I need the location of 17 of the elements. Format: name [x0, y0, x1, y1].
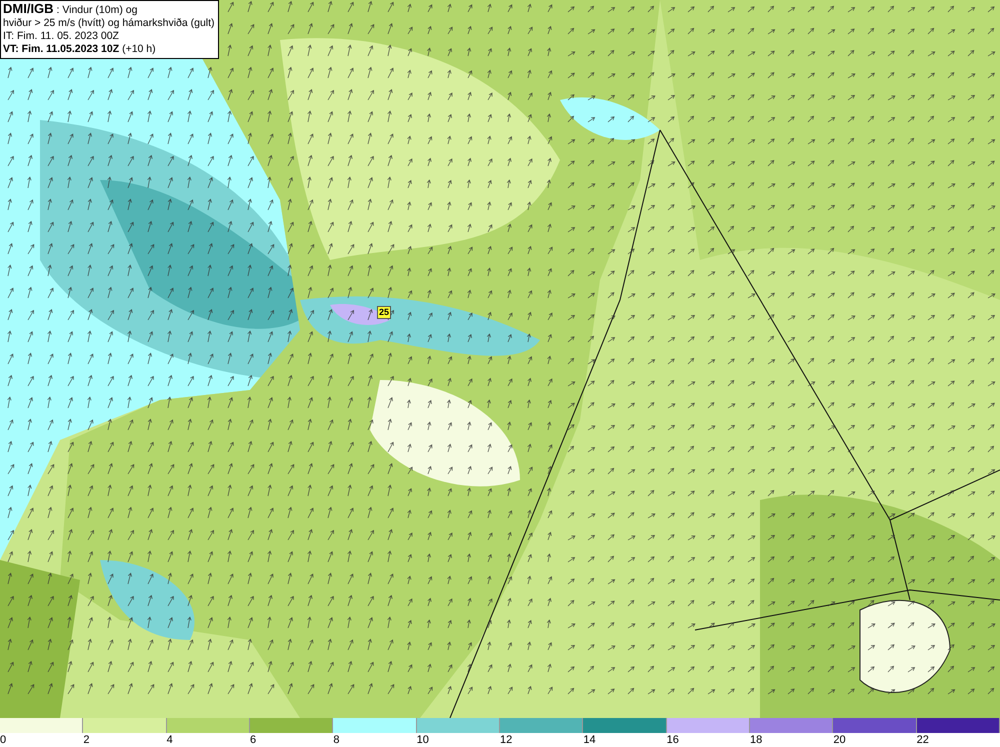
legend-label: 12: [500, 733, 512, 747]
max-gust-label: 25: [377, 306, 392, 319]
legend-label: 22: [916, 733, 929, 747]
title-line: VT: Fim. 11.05.2023 10Z (+10 h): [3, 43, 157, 56]
legend-label: 14: [583, 733, 596, 747]
legend-label: 20: [833, 733, 846, 747]
legend-label: 10: [416, 733, 429, 747]
legend-label: 8: [333, 733, 340, 747]
legend-label: 2: [83, 733, 90, 747]
title-line: IT: Fim. 11. 05. 2023 00Z: [3, 30, 120, 43]
title-line: DMI/IGB : Vindur (10m) og: [3, 2, 138, 17]
legend-label: 0: [0, 733, 6, 747]
legend-label: 6: [250, 733, 256, 747]
legend-label: 4: [166, 733, 173, 747]
title-line: hviður > 25 m/s (hvítt) og hámarkshviða (gult): [3, 17, 215, 30]
legend-label: 18: [750, 733, 762, 747]
legend-label: 16: [666, 733, 679, 747]
